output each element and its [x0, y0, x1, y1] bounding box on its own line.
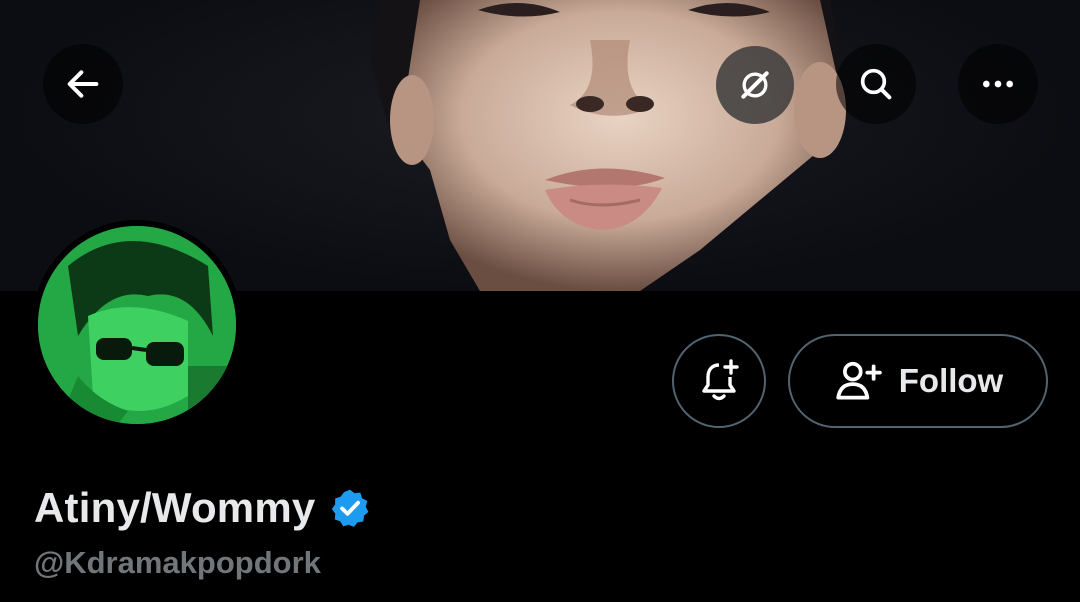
follow-button[interactable]: Follow [788, 334, 1048, 428]
search-icon [860, 68, 892, 100]
grok-button[interactable] [716, 46, 794, 124]
back-button[interactable] [43, 44, 123, 124]
display-name: Atiny/Wommy [34, 484, 316, 531]
verified-badge-icon [332, 489, 369, 527]
search-button[interactable] [836, 44, 916, 124]
person-plus-icon [836, 361, 882, 400]
more-button[interactable] [958, 44, 1038, 124]
profile-name-row: Atiny/Wommy [34, 484, 371, 532]
more-horizontal-icon [983, 80, 1013, 88]
bell-plus-icon [702, 359, 739, 401]
grok-icon [741, 71, 769, 99]
user-handle: @Kdramakpopdork [34, 545, 321, 580]
follow-label: Follow [898, 362, 1004, 399]
arrow-left-icon [67, 70, 99, 98]
avatar-photo [38, 226, 236, 424]
profile-avatar[interactable] [32, 220, 242, 430]
notifications-button[interactable] [672, 334, 766, 428]
